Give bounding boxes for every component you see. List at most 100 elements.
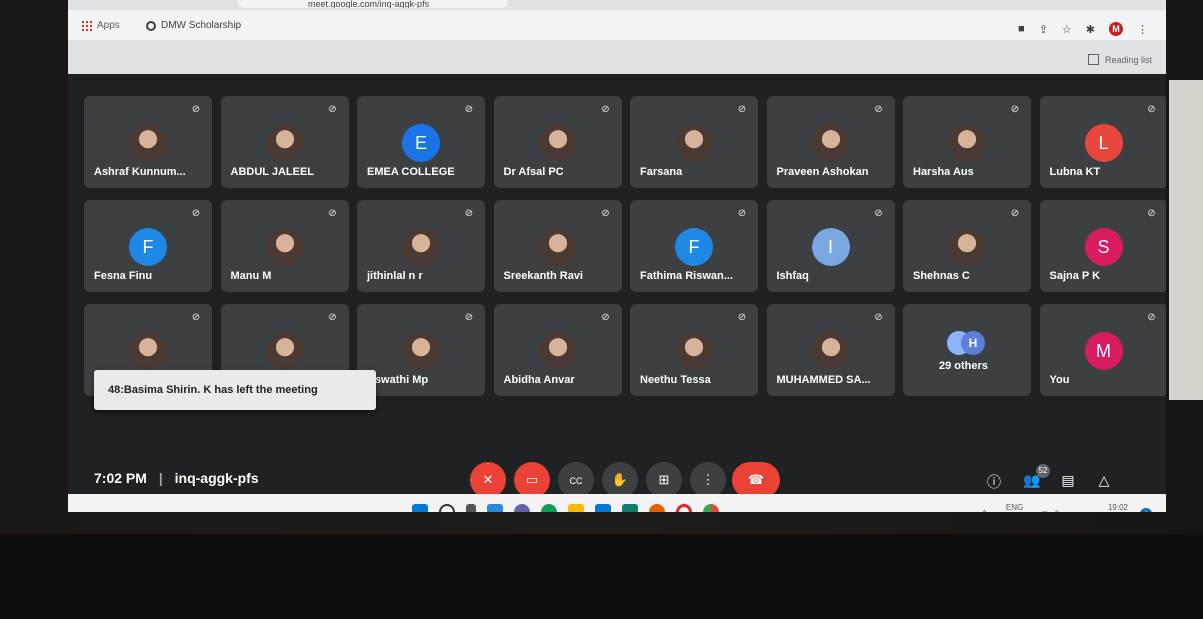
participant-tile[interactable]: ⊘ L Lubna KT: [1039, 96, 1166, 188]
profile-avatar[interactable]: M: [1109, 22, 1123, 36]
participant-tile[interactable]: ⊘ Abidha Anvar: [493, 304, 622, 396]
participant-name: MUHAMMED SA...: [776, 374, 871, 386]
mic-off-icon: ⊘: [874, 312, 883, 323]
participant-tile[interactable]: ⊘ I Ishfaq: [766, 200, 895, 292]
participant-tile[interactable]: ⊘ Praveen Ashokan: [766, 96, 895, 188]
more-options-button[interactable]: ⋮: [690, 462, 726, 498]
bookmark-dmw-scholarship[interactable]: DMW Scholarship: [146, 20, 241, 31]
search-icon[interactable]: [439, 504, 455, 512]
participant-tile[interactable]: ⊘ F Fesna Finu: [84, 200, 212, 292]
people-button[interactable]: 👥 52: [1022, 464, 1050, 489]
avatar: H: [961, 331, 985, 355]
participant-tile[interactable]: ⊘ Manu M: [220, 200, 349, 292]
globe-icon: [146, 20, 156, 31]
task-view-icon[interactable]: [466, 504, 476, 512]
avatar: [538, 228, 577, 266]
menu-kebab-icon[interactable]: ⋮: [1137, 23, 1148, 36]
activities-button[interactable]: △: [1094, 472, 1114, 489]
chat-teams-icon[interactable]: [514, 504, 530, 512]
participant-tile[interactable]: ⊘ F Fathima Riswan...: [630, 200, 758, 292]
start-windows-icon[interactable]: [412, 504, 428, 512]
phone-hangup-icon: ☎: [747, 472, 765, 487]
participant-tile[interactable]: ⊘ MUHAMMED SA...: [766, 304, 895, 396]
participant-tile[interactable]: ⊘ Shehnas C: [903, 200, 1031, 292]
taskbar-clock[interactable]: 19:02 26-02-2022: [1087, 502, 1128, 512]
leave-call-button[interactable]: ☎: [732, 462, 780, 498]
mail-icon[interactable]: [595, 504, 611, 512]
participant-tile[interactable]: ⊘ Farsana: [630, 96, 758, 188]
captions-icon: CC: [569, 476, 583, 486]
participant-tile[interactable]: ⊘ jithinlal n r: [357, 200, 485, 292]
mic-off-icon: ⊘: [1010, 104, 1020, 115]
participant-name: Farsana: [640, 166, 683, 178]
extensions-puzzle-icon[interactable]: ✱: [1086, 23, 1095, 36]
participant-name: Lubna KT: [1049, 166, 1101, 178]
avatar: [675, 332, 713, 370]
participant-name: Neethu Tessa: [640, 374, 711, 386]
chat-button[interactable]: ▤: [1058, 472, 1078, 489]
background-wall: [1169, 80, 1203, 400]
apps-grid-icon: [82, 20, 92, 31]
camera-off-button[interactable]: ▭: [514, 462, 550, 498]
avatar: [675, 124, 713, 162]
present-icon: ⊞: [658, 472, 670, 487]
mic-off-icon: ⊘: [328, 208, 337, 219]
meeting-code: inq-aggk-pfs: [174, 470, 259, 486]
mic-off-icon: ⊘: [1147, 104, 1156, 115]
participant-tile[interactable]: ⊘ Dr Afsal PC: [493, 96, 622, 188]
share-icon[interactable]: ⇪: [1039, 23, 1048, 36]
participant-name: Ashraf Kunnum...: [94, 166, 186, 178]
participant-name: Fesna Finu: [94, 270, 153, 282]
avatar: [129, 124, 167, 162]
bookmark-apps[interactable]: Apps: [82, 20, 120, 31]
mic-off-icon: ⊘: [191, 312, 201, 323]
star-icon[interactable]: ☆: [1062, 23, 1072, 36]
participant-tile[interactable]: ⊘ Harsha Aus: [903, 96, 1031, 188]
avatar: F: [675, 228, 713, 266]
chrome-icon[interactable]: [703, 504, 719, 512]
participant-tile[interactable]: ⊘ S Sajna P K: [1039, 200, 1166, 292]
camera-indicator-icon[interactable]: ■: [1018, 23, 1025, 35]
participant-name: Sreekanth Ravi: [503, 270, 583, 282]
meeting-time: 7:02 PM: [94, 470, 147, 486]
participant-tile[interactable]: ⊘ Aswathi Mp: [357, 304, 485, 396]
raise-hand-button[interactable]: ✋: [602, 462, 638, 498]
address-bar[interactable]: meet.google.com/inq-aggk-pfs: [238, 0, 508, 8]
tray-chevron-icon[interactable]: ⌃: [981, 509, 988, 513]
present-button[interactable]: ⊞: [646, 462, 682, 498]
participant-tile[interactable]: ⊘ Neethu Tessa: [630, 304, 758, 396]
mic-off-icon: ⊘: [464, 104, 474, 115]
participant-tile[interactable]: ⊘ E EMEA COLLEGE: [357, 96, 485, 188]
edge-browser-icon[interactable]: [541, 504, 557, 512]
participant-name: Sajna P K: [1049, 270, 1101, 282]
mic-muted-button[interactable]: ✕: [470, 462, 506, 498]
file-explorer-icon[interactable]: [568, 504, 584, 512]
widgets-icon[interactable]: [487, 504, 503, 512]
participant-name: Abidha Anvar: [503, 374, 575, 386]
notification-icon[interactable]: i: [1140, 508, 1152, 512]
participant-tile[interactable]: ⊘ Ashraf Kunnum...: [84, 96, 212, 188]
participant-tile[interactable]: ⊘ ABDUL JALEEL: [220, 96, 349, 188]
participant-name: Manu M: [230, 270, 272, 282]
avatar: I: [811, 228, 850, 266]
firefox-icon[interactable]: [649, 504, 665, 512]
meeting-details-button[interactable]: ⓘ: [984, 472, 1004, 492]
meeting-info: 7:02 PM | inq-aggk-pfs: [94, 470, 259, 486]
opera-icon[interactable]: [676, 504, 692, 512]
avatar: [129, 332, 167, 370]
participant-tile[interactable]: H 29 others: [903, 304, 1031, 396]
mic-off-icon: ⊘: [737, 208, 747, 219]
captions-button[interactable]: CC: [558, 462, 594, 498]
meet-area: ⊘ Ashraf Kunnum... ⊘ ABDUL JALEEL ⊘ E EMEA COL…: [68, 74, 1166, 512]
language-indicator[interactable]: ENG IN: [1006, 503, 1023, 512]
reading-list-button[interactable]: Reading list: [1087, 54, 1152, 65]
participant-tile[interactable]: ⊘ M You: [1039, 304, 1166, 396]
network-volume-battery-icons[interactable]: ◉ ◁) ▭: [1041, 509, 1069, 513]
avatar: [265, 332, 304, 370]
bookmark-label: Apps: [97, 20, 120, 31]
participant-tile[interactable]: ⊘ Sreekanth Ravi: [493, 200, 622, 292]
store-icon[interactable]: [622, 504, 638, 512]
info-separator: |: [158, 470, 163, 486]
mic-off-icon: ⊘: [191, 208, 201, 219]
participant-name: 29 others: [939, 360, 988, 372]
